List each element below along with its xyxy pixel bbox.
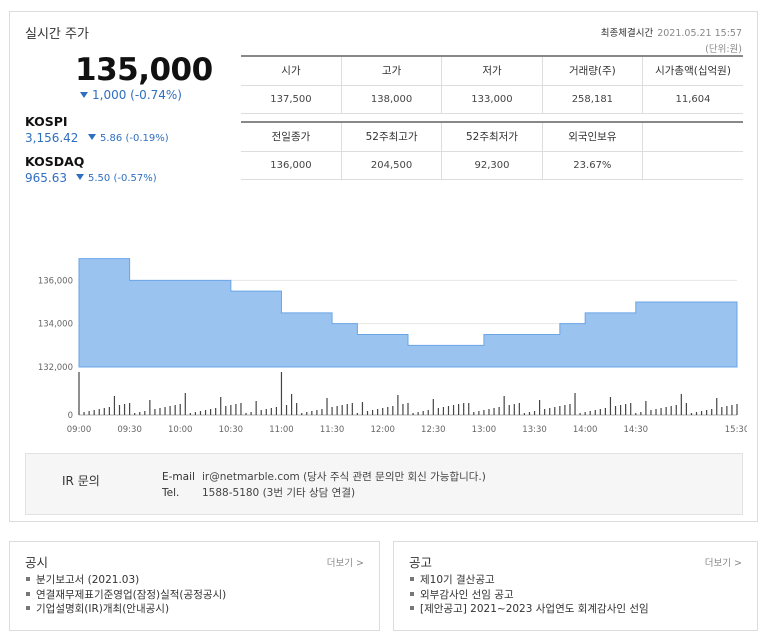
ir-tel: Tel. 1588-5180 (3번 기타 상담 연결) bbox=[162, 485, 355, 500]
x-tick-label: 12:30 bbox=[421, 425, 446, 435]
disclosure-item-text: 분기보고서 (2021.03) bbox=[36, 574, 140, 586]
intraday-price-chart: 136,000 134,000 132,000 0 09:00 09:30 10:00 10:… bbox=[38, 258, 747, 435]
ir-email-value[interactable]: ir@netmarble.com (당사 주식 관련 문의만 회신 가능합니다.… bbox=[202, 471, 486, 483]
x-tick-label: 12:00 bbox=[370, 425, 395, 435]
stats-value-row: 136,000 204,500 92,300 23.67% bbox=[241, 151, 743, 180]
current-price: 135,000 bbox=[75, 52, 213, 88]
ir-contact-box: IR 문의 E-mail ir@netmarble.com (당사 주식 관련 문… bbox=[25, 453, 743, 515]
announcement-list: 제10기 결산공고 외부감사인 선임 공고 [제안공고] 2021~2023 사… bbox=[410, 573, 649, 617]
bullet-icon bbox=[26, 606, 30, 610]
x-tick-label: 10:30 bbox=[219, 425, 244, 435]
x-tick-label: 09:30 bbox=[117, 425, 142, 435]
stats-table-top: 시가 고가 저가 거래량(주) 시가총액(십억원) 137,500 138,00… bbox=[241, 55, 743, 114]
stat-value: 133,000 bbox=[441, 85, 543, 114]
last-trade-label: 최종체결시간 bbox=[600, 28, 654, 39]
ir-title: IR 문의 bbox=[62, 474, 100, 488]
x-tick-label: 14:00 bbox=[573, 425, 598, 435]
x-tick-label: 13:00 bbox=[472, 425, 497, 435]
price-area-series bbox=[78, 258, 738, 368]
announcement-item-text: [제안공고] 2021~2023 사업연도 회계감사인 선임 bbox=[420, 603, 649, 615]
kospi-change: 5.86 (-0.19%) bbox=[88, 133, 169, 144]
last-trade-time: 최종체결시간 2021.05.21 15:57 bbox=[601, 25, 742, 39]
kosdaq-value: 965.63 bbox=[25, 171, 67, 185]
stat-value: 11,604 bbox=[642, 85, 743, 114]
ir-email-label: E-mail bbox=[162, 471, 195, 483]
stat-header: 52주최저가 bbox=[441, 121, 543, 152]
stats-header-row: 전일종가 52주최고가 52주최저가 외국인보유 bbox=[241, 121, 743, 152]
stats-header-row: 시가 고가 저가 거래량(주) 시가총액(십억원) bbox=[241, 55, 743, 86]
unit-label: (단위:원) bbox=[705, 44, 742, 55]
stat-header: 52주최고가 bbox=[340, 121, 442, 152]
stat-value: 136,000 bbox=[241, 151, 342, 180]
bullet-icon bbox=[26, 591, 30, 596]
announcement-item[interactable]: 제10기 결산공고 bbox=[410, 573, 649, 588]
stat-header: 외국인보유 bbox=[541, 121, 643, 152]
announcement-more-link[interactable]: 더보기 > bbox=[705, 555, 742, 569]
x-tick-label: 10:00 bbox=[168, 425, 193, 435]
bullet-icon bbox=[410, 606, 414, 610]
stat-value: 258,181 bbox=[541, 85, 643, 114]
disclosure-item[interactable]: 기업설명회(IR)개최(안내공시) bbox=[26, 602, 226, 617]
announcement-item[interactable]: [제안공고] 2021~2023 사업연도 회계감사인 선임 bbox=[410, 602, 649, 617]
bullet-icon bbox=[410, 577, 414, 581]
y-tick-label: 136,000 bbox=[38, 276, 73, 286]
kosdaq-change-value: 5.50 (-0.57%) bbox=[88, 173, 157, 184]
stat-value: 204,500 bbox=[340, 151, 442, 180]
announcement-title: 공고 bbox=[409, 555, 433, 570]
stat-value: 137,500 bbox=[241, 85, 342, 114]
price-change-value: 1,000 (-0.74%) bbox=[92, 88, 182, 102]
panel-title: 실시간 주가 bbox=[25, 27, 89, 42]
announcement-panel: 공고 더보기 > 제10기 결산공고 외부감사인 선임 공고 [제안공고] 20… bbox=[393, 541, 758, 631]
kospi-name: KOSPI bbox=[25, 114, 68, 129]
stat-header: 전일종가 bbox=[241, 121, 342, 152]
announcement-item-text: 외부감사인 선임 공고 bbox=[420, 588, 514, 601]
down-triangle-icon bbox=[88, 134, 96, 140]
disclosure-panel: 공시 더보기 > 분기보고서 (2021.03) 연결재무제표기준영업(잠정)실… bbox=[9, 541, 380, 631]
stats-table-bottom: 전일종가 52주최고가 52주최저가 외국인보유 136,000 204,500… bbox=[241, 121, 743, 180]
stat-value: 138,000 bbox=[340, 85, 442, 114]
x-tick-label: 13:30 bbox=[522, 425, 547, 435]
x-tick-label: 11:00 bbox=[269, 425, 294, 435]
stat-header: 시가총액(십억원) bbox=[642, 55, 743, 86]
stat-header: 시가 bbox=[241, 55, 342, 86]
stock-panel: 실시간 주가 최종체결시간 2021.05.21 15:57 (단위:원) 135… bbox=[9, 11, 758, 522]
disclosure-title: 공시 bbox=[25, 555, 49, 570]
bullet-icon bbox=[410, 591, 414, 596]
disclosure-list: 분기보고서 (2021.03) 연결재무제표기준영업(잠정)실적(공정공시) 기… bbox=[26, 573, 226, 617]
last-trade-value: 2021.05.21 15:57 bbox=[657, 28, 742, 39]
stat-header bbox=[642, 121, 743, 152]
kosdaq-change: 5.50 (-0.57%) bbox=[76, 173, 157, 184]
stat-header: 고가 bbox=[340, 55, 442, 86]
disclosure-more-link[interactable]: 더보기 > bbox=[327, 555, 364, 569]
kosdaq-name: KOSDAQ bbox=[25, 154, 85, 169]
kospi-change-value: 5.86 (-0.19%) bbox=[100, 133, 169, 144]
x-tick-label: 14:30 bbox=[624, 425, 649, 435]
stat-value bbox=[642, 151, 743, 180]
y-tick-label: 132,000 bbox=[38, 363, 73, 373]
x-tick-label: 11:30 bbox=[320, 425, 345, 435]
disclosure-item-text: 연결재무제표기준영업(잠정)실적(공정공시) bbox=[36, 588, 227, 601]
down-triangle-icon bbox=[76, 174, 84, 180]
stat-value: 92,300 bbox=[441, 151, 543, 180]
announcement-item-text: 제10기 결산공고 bbox=[420, 574, 495, 586]
kospi-value: 3,156.42 bbox=[25, 131, 79, 145]
disclosure-item[interactable]: 분기보고서 (2021.03) bbox=[26, 573, 226, 588]
ir-tel-value: 1588-5180 (3번 기타 상담 연결) bbox=[202, 487, 356, 499]
announcement-item[interactable]: 외부감사인 선임 공고 bbox=[410, 588, 649, 603]
y-tick-label: 134,000 bbox=[38, 320, 73, 330]
ir-email: E-mail ir@netmarble.com (당사 주식 관련 문의만 회신 … bbox=[162, 469, 486, 484]
stat-header: 거래량(주) bbox=[541, 55, 643, 86]
bullet-icon bbox=[26, 577, 30, 581]
disclosure-item-text: 기업설명회(IR)개최(안내공시) bbox=[36, 603, 170, 615]
x-tick-label: 15:30 bbox=[725, 425, 747, 435]
disclosure-item[interactable]: 연결재무제표기준영업(잠정)실적(공정공시) bbox=[26, 588, 226, 603]
price-change: 1,000 (-0.74%) bbox=[80, 88, 182, 102]
down-triangle-icon bbox=[80, 91, 88, 98]
ir-tel-label: Tel. bbox=[162, 487, 180, 499]
x-tick-label: 09:00 bbox=[67, 425, 92, 435]
stats-value-row: 137,500 138,000 133,000 258,181 11,604 bbox=[241, 85, 743, 114]
stat-header: 저가 bbox=[441, 55, 543, 86]
stat-value: 23.67% bbox=[541, 151, 643, 180]
volume-y-tick-label: 0 bbox=[68, 411, 73, 421]
